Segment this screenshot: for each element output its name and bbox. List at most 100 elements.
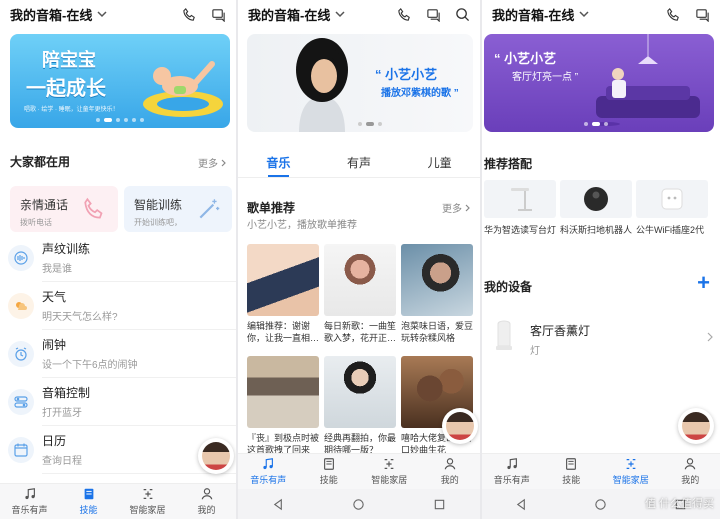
search-icon[interactable] [455, 7, 470, 22]
phone-icon[interactable] [666, 7, 681, 22]
chat-icon[interactable] [211, 7, 226, 22]
smart-home-icon [143, 489, 152, 499]
tab-me[interactable]: 我的 [661, 454, 720, 489]
tab-smart-home[interactable]: 智能家居 [359, 454, 420, 489]
chevron-right-icon [221, 159, 226, 166]
music-note-icon [507, 458, 517, 470]
list-item-voiceprint[interactable]: 声纹训练 我是谁 [0, 234, 236, 282]
desk-lamp-icon [511, 188, 532, 211]
playlist-tile[interactable]: 『丧』到极点时被这首歌拽了回来 [247, 356, 319, 456]
watermark: 值 什么值得买 [644, 498, 714, 510]
product-robot-vacuum[interactable]: 科沃斯扫地机器人 [560, 180, 632, 236]
my-devices-title: 我的设备 [484, 280, 533, 294]
banner-quote: “ 小艺小艺 [375, 67, 438, 82]
tab-music[interactable]: 音乐 [238, 150, 319, 177]
banner-subtitle: 客厅灯亮一点 ” [512, 72, 579, 83]
tab-me[interactable]: 我的 [177, 484, 236, 519]
product-image [560, 180, 632, 218]
floating-assistant-avatar[interactable] [442, 408, 478, 444]
home-icon[interactable] [352, 498, 365, 511]
device-status-title[interactable]: 我的音箱-在线 [492, 5, 574, 24]
floating-assistant-avatar[interactable] [678, 408, 714, 444]
back-icon[interactable] [272, 498, 285, 511]
product-name: 科沃斯扫地机器人 [560, 225, 633, 235]
banner-subtitle: 播放邓紫棋的歌 ” [381, 88, 459, 99]
chevron-down-icon[interactable] [334, 8, 346, 20]
singer-portrait [296, 38, 348, 132]
phone-icon[interactable] [182, 7, 197, 22]
tab-skills[interactable]: 技能 [59, 484, 118, 519]
tab-label: 音乐有声 [250, 475, 287, 485]
chat-icon[interactable] [695, 7, 710, 22]
tab-label: 智能家居 [371, 475, 408, 485]
more-link[interactable]: 更多 [442, 200, 472, 215]
more-link[interactable]: 更多 [198, 155, 228, 170]
product-image [636, 180, 708, 218]
list-subtitle: 我是谁 [42, 264, 72, 275]
aroma-lamp-icon [496, 320, 512, 350]
product-name: 公牛WiFi插座2代 [636, 225, 704, 235]
card-smart-training[interactable]: 智能训练 开始训练吧， [124, 186, 232, 232]
device-row[interactable]: 客厅香薰灯 灯 [482, 310, 720, 364]
floating-assistant-avatar[interactable] [198, 438, 234, 474]
product-smart-plug[interactable]: 公牛WiFi插座2代 [636, 180, 708, 236]
tab-skills[interactable]: 技能 [299, 454, 360, 489]
carousel-dots [484, 122, 714, 126]
list-item-speaker-control[interactable]: 音箱控制 打开蓝牙 [0, 378, 236, 426]
tab-label: 音乐有声 [493, 475, 530, 485]
phone-icon[interactable] [397, 7, 412, 22]
tab-audio[interactable]: 有声 [319, 150, 400, 177]
product-desk-lamp[interactable]: 华为智选读写台灯 [484, 180, 556, 236]
playlist-tile[interactable]: 经典再翻拍，你最期待哪一版？ [324, 356, 396, 456]
recents-icon[interactable] [433, 498, 446, 511]
tab-kids[interactable]: 儿童 [399, 150, 480, 177]
tab-label: 技能 [562, 475, 581, 485]
robot-vacuum-icon [584, 187, 608, 211]
chevron-down-icon[interactable] [96, 8, 108, 20]
person-icon [444, 458, 456, 470]
device-status-title[interactable]: 我的音箱-在线 [10, 5, 92, 24]
playlist-caption: 编辑推荐：谢谢你，让我一直相… [247, 321, 319, 343]
music-note-icon [263, 458, 274, 470]
device-status-title[interactable]: 我的音箱-在线 [248, 5, 330, 24]
promo-banner[interactable]: “ 小艺小艺 播放邓紫棋的歌 ” [247, 34, 473, 132]
playlist-tile[interactable]: 编辑推荐：谢谢你，让我一直相… [247, 244, 319, 344]
category-tabs: 音乐 有声 儿童 [238, 150, 480, 178]
playlist-tile[interactable]: 每日新歌：一曲笙歌入梦，花开正… [324, 244, 396, 344]
list-item-weather[interactable]: 天气 明天天气怎么样? [0, 282, 236, 330]
toggle-icon [8, 389, 34, 415]
tab-skills[interactable]: 技能 [542, 454, 602, 489]
bottom-tab-bar: 音乐有声 技能 智能家居 我的 [482, 453, 720, 489]
chevron-down-icon[interactable] [578, 8, 590, 20]
add-device-button[interactable]: + [697, 270, 710, 296]
product-name: 华为智选读写台灯 [484, 225, 557, 235]
playlist-caption: 每日新歌：一曲笙歌入梦，花开正… [324, 321, 396, 343]
home-icon[interactable] [594, 498, 607, 511]
chat-icon[interactable] [426, 7, 441, 22]
book-icon [84, 488, 93, 500]
tab-music-audio[interactable]: 音乐有声 [482, 454, 542, 489]
tab-music-audio[interactable]: 音乐有声 [0, 484, 59, 519]
top-bar: 我的音箱-在线 [0, 0, 236, 28]
music-note-icon [24, 488, 35, 500]
tab-smart-home[interactable]: 智能家居 [118, 484, 177, 519]
tab-label: 我的 [440, 475, 459, 485]
system-nav-bar [238, 489, 480, 519]
smart-home-icon [384, 459, 394, 469]
back-icon[interactable] [515, 498, 528, 511]
section-title: 大家都在用 [10, 155, 71, 169]
tab-smart-home[interactable]: 智能家居 [601, 454, 661, 489]
magic-wand-icon [199, 199, 220, 219]
section-title: 歌单推荐 [247, 201, 296, 215]
card-family-call[interactable]: 亲情通话 拨听电话 [10, 186, 118, 232]
promo-banner[interactable]: “ 小艺小艺 客厅灯亮一点 ” [484, 34, 714, 132]
tab-music-audio[interactable]: 音乐有声 [238, 454, 299, 489]
playlist-tile[interactable]: 泡菜味日语，爱豆玩转杂糅风格 [401, 244, 473, 344]
promo-banner[interactable]: 陪宝宝 一起成长 唱歌 · 绘学 · 睡眠，让童年更快乐！ [10, 34, 230, 128]
list-title: 音箱控制 [42, 386, 91, 400]
tab-me[interactable]: 我的 [420, 454, 481, 489]
playlist-cover [401, 244, 473, 316]
list-subtitle: 打开蓝牙 [42, 408, 82, 419]
living-room-illustration [592, 34, 700, 126]
list-item-alarm[interactable]: 闹钟 设一个下午6点的闹钟 [0, 330, 236, 378]
